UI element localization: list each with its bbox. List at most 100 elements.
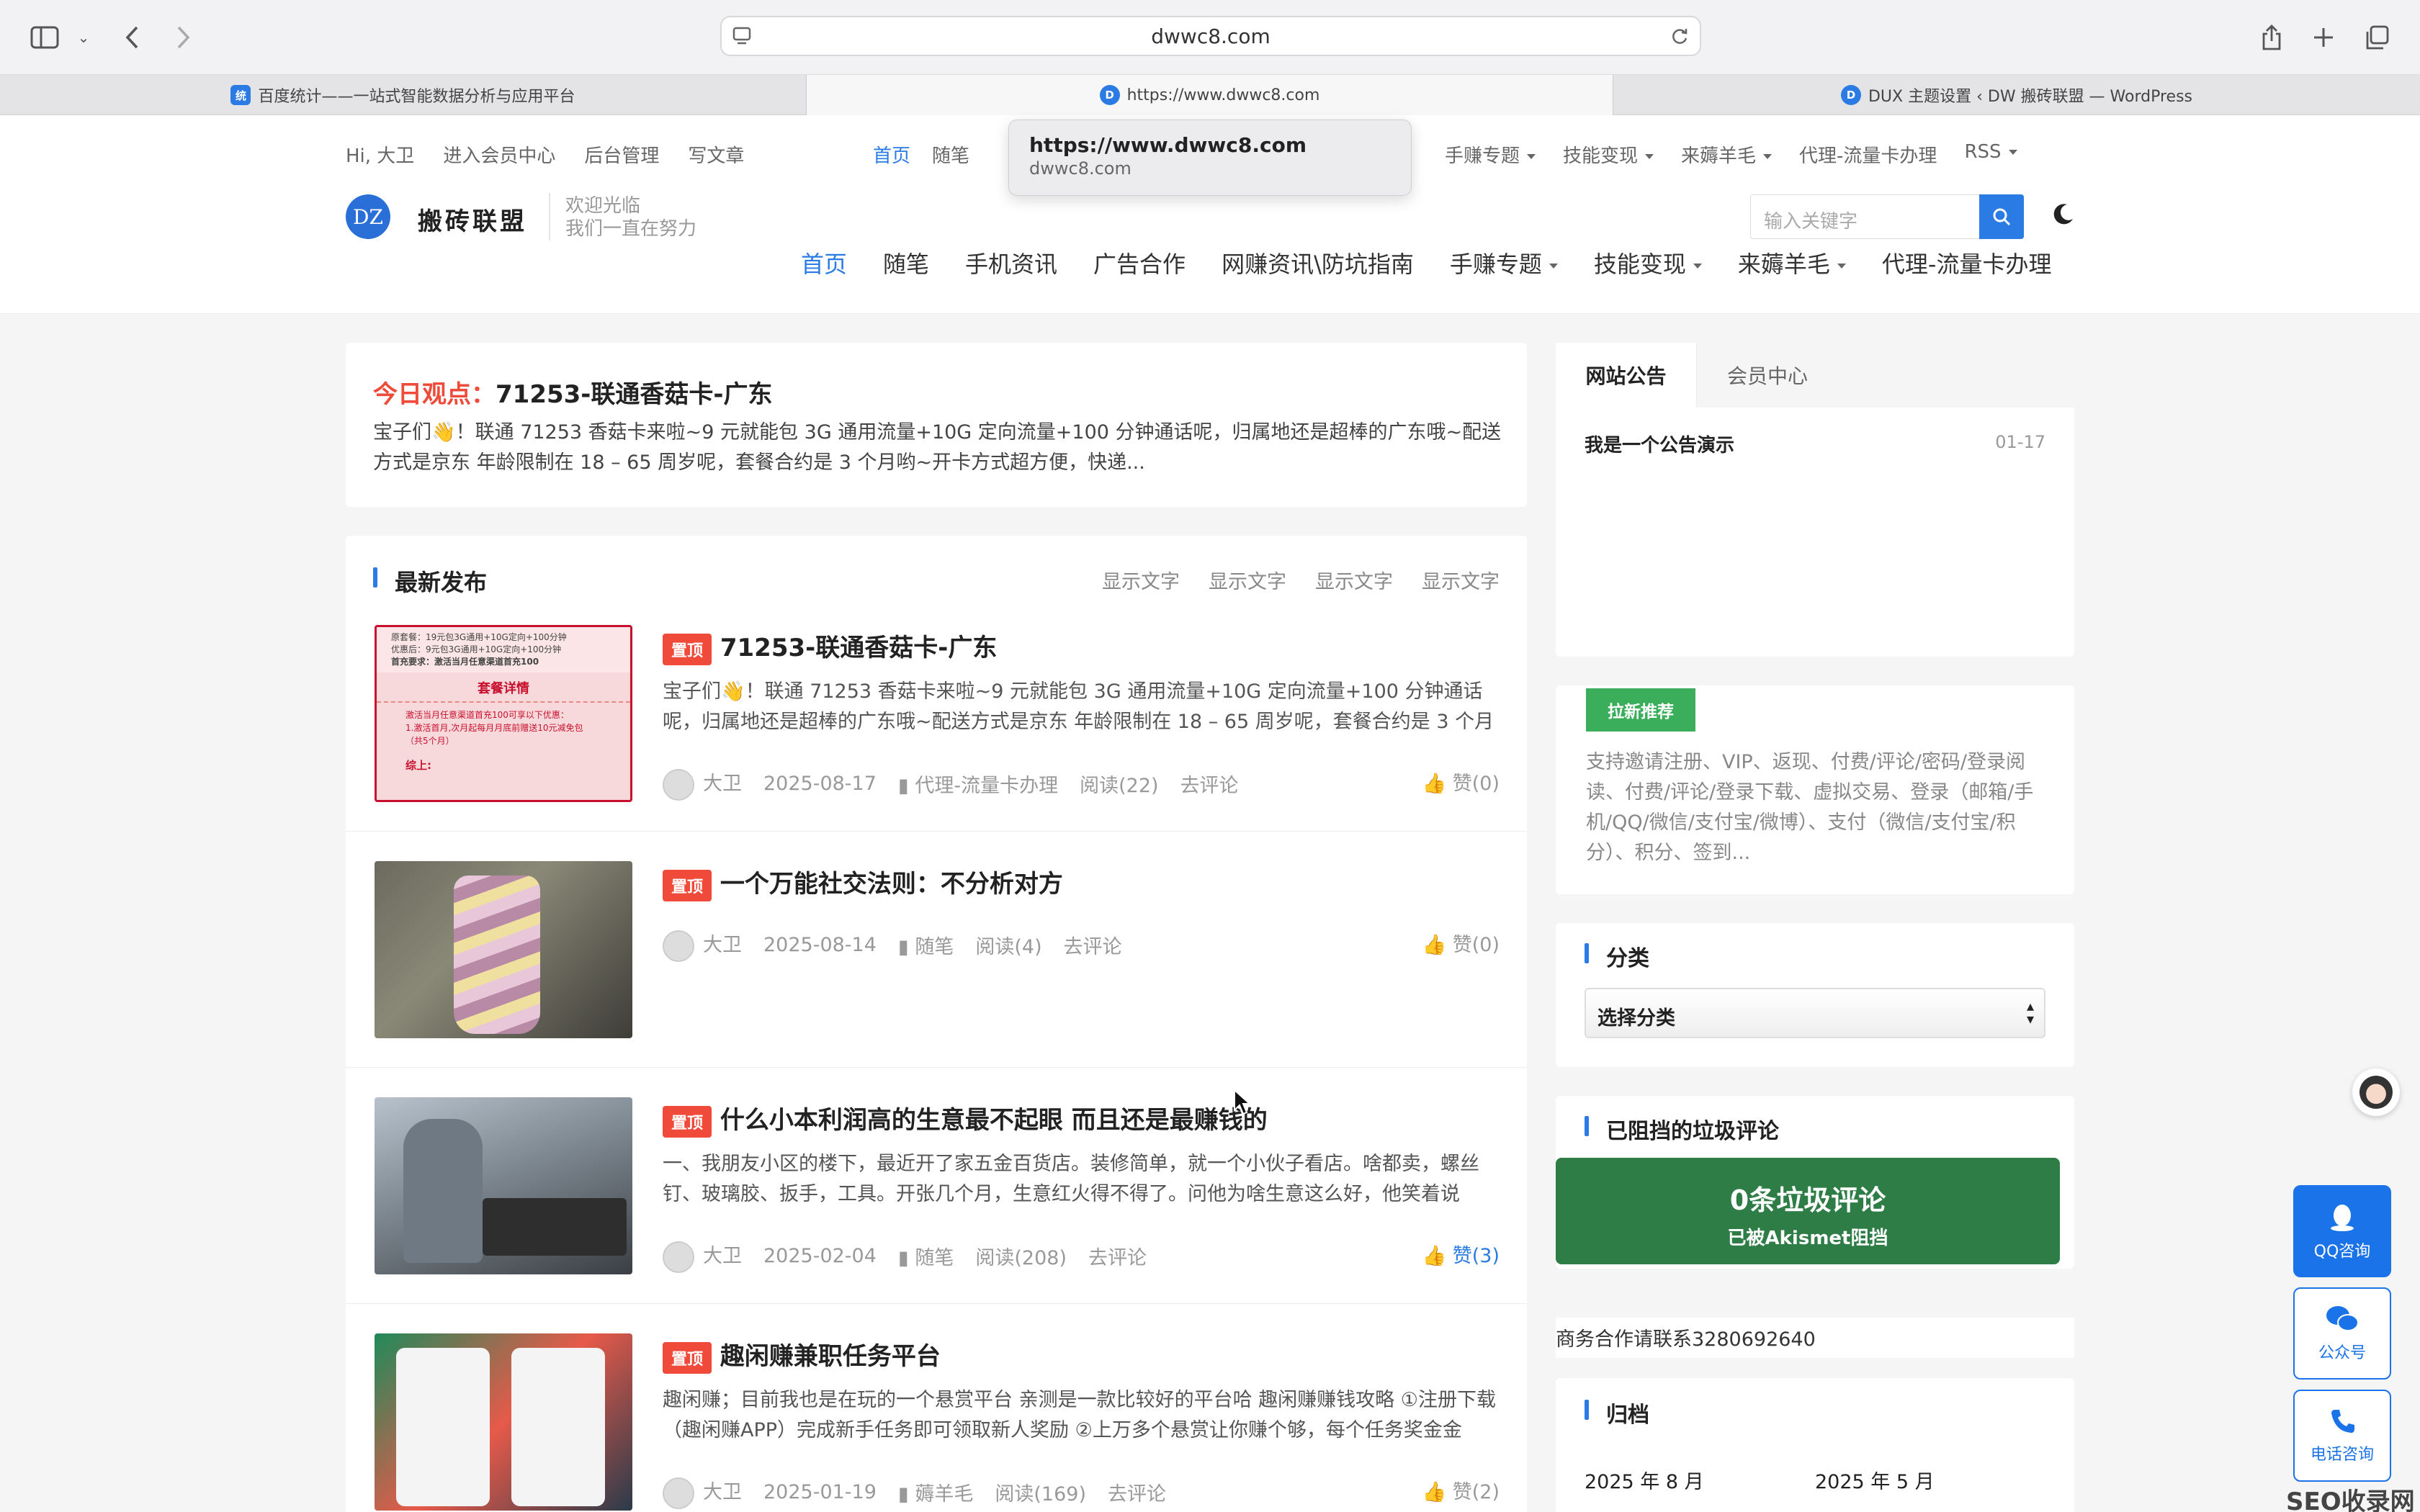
author-name[interactable]: 大卫 xyxy=(703,773,742,795)
admin-link[interactable]: 后台管理 xyxy=(584,141,659,168)
author-name[interactable]: 大卫 xyxy=(703,1481,742,1503)
notice-title[interactable]: 我是一个公告演示 xyxy=(1585,431,1734,457)
customer-service-avatar[interactable] xyxy=(2352,1068,2400,1116)
tab-notice[interactable]: 网站公告 xyxy=(1556,343,1697,408)
comment-link[interactable]: 去评论 xyxy=(1180,770,1239,798)
archive-item[interactable]: 2025 年 5 月 xyxy=(1815,1466,1935,1494)
page-menu-icon[interactable] xyxy=(732,26,753,51)
category-select[interactable]: 选择分类 ▴ ▾ xyxy=(1585,988,2045,1038)
latest-link[interactable]: 显示文字 xyxy=(1102,566,1180,594)
dark-mode-icon[interactable] xyxy=(2050,202,2076,230)
phone-consult-button[interactable]: 电话咨询 xyxy=(2293,1390,2391,1482)
search-button[interactable] xyxy=(1979,194,2024,239)
address-bar[interactable]: dwwc8.com xyxy=(720,16,1701,56)
qq-consult-button[interactable]: QQ咨询 xyxy=(2293,1185,2391,1277)
nav-guide[interactable]: 网赚资讯\防坑指南 xyxy=(1222,246,1414,279)
agent-avatar-icon xyxy=(2360,1076,2393,1109)
nav-essay[interactable]: 随笔 xyxy=(883,246,929,279)
post-category[interactable]: ▮ 随笔 xyxy=(898,1242,954,1270)
author: 大卫 xyxy=(663,1240,742,1273)
post-title[interactable]: 置顶 一个万能社交法则：不分析对方 xyxy=(663,864,1063,901)
tab-baidu[interactable]: 统 百度统计——一站式智能数据分析与应用平台 xyxy=(0,75,807,115)
category-label[interactable]: 薅羊毛 xyxy=(915,1483,973,1506)
comment-link[interactable]: 去评论 xyxy=(1088,1242,1147,1270)
top-nav-left: 首页 随笔 xyxy=(873,141,969,168)
post-title-text[interactable]: 71253-联通香菇卡-广东 xyxy=(720,634,998,662)
post-title-text[interactable]: 一个万能社交法则：不分析对方 xyxy=(720,870,1063,899)
nav-ads[interactable]: 广告合作 xyxy=(1093,246,1186,279)
post-thumbnail[interactable]: 原套餐：19元包3G通用+10G定向+100分钟 优惠后：9元包3G通用+10G… xyxy=(375,625,632,802)
forward-icon[interactable] xyxy=(164,19,202,56)
comment-link[interactable]: 去评论 xyxy=(1108,1478,1166,1506)
tab-wordpress[interactable]: D DUX 主题设置 ‹ DW 搬砖联盟 — WordPress xyxy=(1613,75,2420,115)
author-name[interactable]: 大卫 xyxy=(703,934,742,956)
search-input[interactable]: 输入关键字 xyxy=(1750,194,1981,239)
sticky-badge: 置顶 xyxy=(663,869,712,901)
latest-posts-card: 最新发布 显示文字 显示文字 显示文字 显示文字 原套餐：19元包3G通用+10… xyxy=(346,536,1527,1512)
topnav-yangmao[interactable]: 来薅羊毛 xyxy=(1681,141,1772,168)
like-button[interactable]: 👍 赞(3) xyxy=(1422,1240,1500,1268)
thumbs-up-icon: 👍 xyxy=(1422,1481,1453,1503)
share-icon[interactable] xyxy=(2253,19,2290,56)
post-title[interactable]: 置顶 71253-联通香菇卡-广东 xyxy=(663,628,997,665)
write-post-link[interactable]: 写文章 xyxy=(688,141,744,168)
contact-card: 商务合作请联系3280692640 xyxy=(1556,1318,2074,1358)
archive-item[interactable]: 2025 年 8 月 xyxy=(1585,1466,1704,1494)
new-tab-icon[interactable] xyxy=(2305,19,2342,56)
latest-link[interactable]: 显示文字 xyxy=(1422,566,1500,594)
like-button[interactable]: 👍 赞(0) xyxy=(1422,768,1500,796)
post-category[interactable]: ▮ 薅羊毛 xyxy=(898,1478,973,1506)
post-thumbnail[interactable] xyxy=(375,861,632,1038)
latest-link[interactable]: 显示文字 xyxy=(1209,566,1286,594)
post-category[interactable]: ▮ 随笔 xyxy=(898,931,954,959)
site-logo-badge[interactable]: DZ xyxy=(346,194,390,239)
category-label[interactable]: 随笔 xyxy=(915,936,954,958)
author-name[interactable]: 大卫 xyxy=(703,1245,742,1267)
qq-label: QQ咨询 xyxy=(2313,1243,2371,1261)
topnav-skills[interactable]: 技能变现 xyxy=(1563,141,1654,168)
today-heading[interactable]: 今日观点：71253-联通香菇卡-广东 xyxy=(373,374,773,410)
nav-agent[interactable]: 代理-流量卡办理 xyxy=(1882,246,2052,279)
latest-link[interactable]: 显示文字 xyxy=(1315,566,1393,594)
comment-link[interactable]: 去评论 xyxy=(1064,931,1122,959)
post-title-text[interactable]: 什么小本利润高的生意最不起眼 而且还是最赚钱的 xyxy=(720,1106,1268,1135)
post-title[interactable]: 置顶 什么小本利润高的生意最不起眼 而且还是最赚钱的 xyxy=(663,1100,1268,1138)
spam-counter[interactable]: 0条垃圾评论 已被Akismet阻挡 xyxy=(1556,1158,2060,1264)
tab-member-center[interactable]: 会员中心 xyxy=(1697,343,1838,408)
post-title-text[interactable]: 趣闲赚兼职任务平台 xyxy=(720,1342,941,1371)
category-label[interactable]: 随笔 xyxy=(915,1247,954,1269)
post-title[interactable]: 置顶 趣闲赚兼职任务平台 xyxy=(663,1336,941,1374)
topnav-home[interactable]: 首页 xyxy=(873,141,910,168)
nav-home[interactable]: 首页 xyxy=(801,246,847,279)
topnav-agent[interactable]: 代理-流量卡办理 xyxy=(1799,141,1937,168)
category-select-value: 选择分类 xyxy=(1597,1007,1675,1030)
site-logo-name[interactable]: 搬砖联盟 xyxy=(418,202,527,237)
nav-shouzhuan[interactable]: 手赚专题 xyxy=(1450,246,1558,279)
sidebar-toggle-icon[interactable] xyxy=(26,19,63,56)
tab-dwwc8[interactable]: D https://www.dwwc8.com xyxy=(807,75,1613,115)
cup-image xyxy=(454,876,540,1034)
member-center-link[interactable]: 进入会员中心 xyxy=(443,141,555,168)
topnav-rss[interactable]: RSS xyxy=(1964,141,2017,168)
nav-skills[interactable]: 技能变现 xyxy=(1594,246,1702,279)
topnav-essay[interactable]: 随笔 xyxy=(932,141,969,168)
post-category[interactable]: ▮ 代理-流量卡办理 xyxy=(898,770,1058,798)
post-date: 2025-01-19 xyxy=(763,1481,877,1504)
post-meta: 大卫 2025-01-19 ▮ 薅羊毛 阅读(169) 去评论 xyxy=(663,1476,1166,1509)
top-nav-right: 手赚专题 技能变现 来薅羊毛 代理-流量卡办理 RSS xyxy=(1445,141,2017,168)
back-icon[interactable] xyxy=(114,19,151,56)
nav-yangmao[interactable]: 来薅羊毛 xyxy=(1738,246,1846,279)
post-thumbnail[interactable] xyxy=(375,1097,632,1274)
read-count: 阅读(169) xyxy=(995,1483,1086,1506)
wechat-button[interactable]: 公众号 xyxy=(2293,1287,2391,1380)
like-button[interactable]: 👍 赞(2) xyxy=(1422,1476,1500,1504)
like-button[interactable]: 👍 赞(0) xyxy=(1422,929,1500,957)
nav-phone-news[interactable]: 手机资讯 xyxy=(965,246,1057,279)
reload-icon[interactable] xyxy=(1670,26,1690,51)
chevron-down-icon[interactable]: ⌄ xyxy=(65,19,102,56)
post-thumbnail[interactable] xyxy=(375,1333,632,1511)
author: 大卫 xyxy=(663,929,742,962)
category-label[interactable]: 代理-流量卡办理 xyxy=(915,775,1058,797)
topnav-shouzhuan[interactable]: 手赚专题 xyxy=(1445,141,1536,168)
tab-overview-icon[interactable] xyxy=(2358,19,2396,56)
